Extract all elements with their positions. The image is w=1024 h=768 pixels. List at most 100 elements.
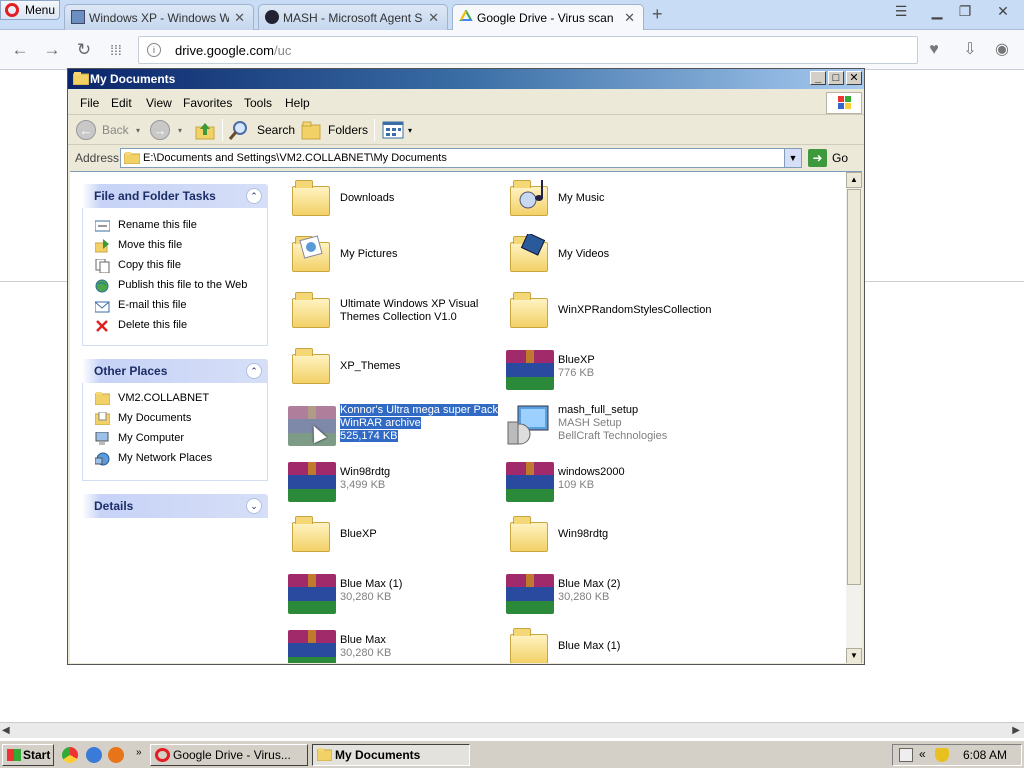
firefox-icon[interactable] xyxy=(108,747,124,763)
panel-header[interactable]: Details ⌄ xyxy=(82,494,268,518)
folders-icon xyxy=(301,121,321,140)
file-item-bluexp-folder[interactable]: BlueXP xyxy=(288,508,506,562)
windows-logo-icon xyxy=(826,92,862,114)
file-item-blue-max-1-folder[interactable]: Blue Max (1) xyxy=(506,620,724,663)
taskbar-my-documents[interactable]: My Documents xyxy=(312,744,470,766)
browser-menu-button[interactable]: Menu xyxy=(0,0,60,20)
file-item-my-pictures[interactable]: My Pictures xyxy=(288,228,506,282)
speed-dial-icon[interactable]: ⁞⁞⁞ xyxy=(106,40,126,60)
security-shield-icon[interactable] xyxy=(935,748,949,762)
collapse-chevron-icon[interactable]: ⌃ xyxy=(246,363,262,379)
folders-label: Folders xyxy=(328,123,369,137)
address-dropdown-icon[interactable]: ▼ xyxy=(784,149,801,167)
file-item-win98rdtg-rar[interactable]: Win98rdtg 3,499 KB xyxy=(288,452,506,506)
file-item-mash-full-setup[interactable]: mash_full_setup MASH Setup BellCraft Tec… xyxy=(506,396,724,450)
tab-close-icon[interactable]: ✕ xyxy=(234,10,245,26)
account-icon[interactable]: ◉ xyxy=(992,40,1012,60)
menu-view[interactable]: View xyxy=(146,96,172,110)
tab-mash[interactable]: MASH - Microsoft Agent Scrip ✕ xyxy=(258,4,448,30)
scroll-right-arrow-icon[interactable]: ▶ xyxy=(1012,725,1020,736)
file-item-my-music[interactable]: My Music xyxy=(506,172,724,226)
file-item-konnors-pack[interactable]: Konnor's Ultra mega super Pack WinRAR ar… xyxy=(288,396,506,450)
address-bar[interactable]: i drive.google.com/uc xyxy=(138,36,918,64)
tab-close-icon[interactable]: ✕ xyxy=(428,10,439,26)
close-button[interactable]: ✕ xyxy=(846,71,862,85)
file-item-downloads[interactable]: Downloads xyxy=(288,172,506,226)
file-item-win98rdtg-folder[interactable]: Win98rdtg xyxy=(506,508,724,562)
maximize-button[interactable]: □ xyxy=(828,71,844,85)
taskbar-google-drive[interactable]: Google Drive - Virus... xyxy=(150,744,308,766)
file-name: Downloads xyxy=(340,192,395,204)
file-item-blue-max-1-rar[interactable]: Blue Max (1) 30,280 KB xyxy=(288,564,506,618)
menu-favorites[interactable]: Favorites xyxy=(183,96,232,110)
scroll-left-arrow-icon[interactable]: ◀ xyxy=(2,725,10,736)
go-label: Go xyxy=(832,151,849,165)
menu-tools[interactable]: Tools xyxy=(244,96,272,110)
quicklaunch-overflow-icon[interactable]: » xyxy=(136,747,142,758)
vertical-scrollbar[interactable]: ▲ ▼ xyxy=(846,172,862,663)
site-info-icon[interactable]: i xyxy=(147,43,161,57)
clock: 6:08 AM xyxy=(962,748,1007,762)
file-item-winxprandomstyles[interactable]: WinXPRandomStylesCollection xyxy=(506,284,724,338)
file-name: mash_full_setup xyxy=(558,404,639,416)
file-item-blue-max-2-rar[interactable]: Blue Max (2) 30,280 KB xyxy=(506,564,724,618)
scroll-down-arrow-icon[interactable]: ▼ xyxy=(846,648,862,663)
minimize-icon[interactable]: ▁ xyxy=(926,4,948,20)
network-icon xyxy=(94,452,110,466)
task-label: Rename this file xyxy=(118,219,197,231)
file-name: BlueXP xyxy=(340,528,377,540)
forward-arrow-icon[interactable]: → xyxy=(42,40,62,60)
file-item-bluexp-rar[interactable]: BlueXP 776 KB xyxy=(506,340,724,394)
scroll-up-arrow-icon[interactable]: ▲ xyxy=(846,172,862,188)
file-item-blue-max-rar[interactable]: Blue Max 30,280 KB xyxy=(288,620,506,663)
tray-expand-icon[interactable]: « xyxy=(919,747,926,761)
videos-folder-icon xyxy=(506,234,554,278)
copy-icon xyxy=(95,258,110,274)
explorer-title-bar[interactable]: My Documents _ □ ✕ xyxy=(68,69,864,89)
scroll-thumb[interactable] xyxy=(847,189,861,585)
expand-chevron-icon[interactable]: ⌄ xyxy=(246,498,262,514)
search-button[interactable]: Search xyxy=(228,119,295,141)
address-input[interactable]: E:\Documents and Settings\VM2.COLLABNET\… xyxy=(120,148,802,168)
views-button[interactable]: ▾ xyxy=(382,119,418,141)
tab-google-drive[interactable]: Google Drive - Virus scan war ✕ xyxy=(452,4,644,30)
back-dropdown-icon[interactable]: ▾ xyxy=(136,126,146,148)
file-item-xp-themes[interactable]: XP_Themes xyxy=(288,340,506,394)
keyboard-icon[interactable] xyxy=(899,748,913,762)
page-horizontal-scrollbar[interactable]: ◀ ▶ xyxy=(0,722,1024,738)
collapse-chevron-icon[interactable]: ⌃ xyxy=(246,188,262,204)
tab-menu-icon[interactable]: ☰ xyxy=(890,4,912,20)
folders-button[interactable]: Folders xyxy=(300,119,370,141)
forward-dropdown-icon[interactable]: ▾ xyxy=(178,126,188,148)
folder-icon xyxy=(288,514,336,558)
back-button[interactable]: ← Back xyxy=(74,119,136,141)
restore-icon[interactable]: ❐ xyxy=(954,4,976,20)
toolbar-separator xyxy=(374,119,375,141)
menu-help[interactable]: Help xyxy=(285,96,310,110)
minimize-button[interactable]: _ xyxy=(810,71,826,85)
winrar-archive-icon xyxy=(288,458,336,502)
new-tab-icon[interactable]: + xyxy=(652,5,668,23)
file-item-ultimate-xp-themes[interactable]: Ultimate Windows XP Visual Themes Collec… xyxy=(288,284,506,338)
tab-close-icon[interactable]: ✕ xyxy=(624,10,635,26)
go-button[interactable]: ➜ Go xyxy=(808,149,864,169)
chrome-quicklaunch-icon[interactable] xyxy=(62,747,78,763)
download-icon[interactable]: ⇩ xyxy=(960,40,980,60)
up-folder-button[interactable] xyxy=(194,119,218,141)
heart-icon[interactable]: ♥ xyxy=(924,40,944,60)
panel-header[interactable]: Other Places ⌃ xyxy=(82,359,268,383)
internet-explorer-icon[interactable] xyxy=(86,747,102,763)
file-name: My Music xyxy=(558,192,605,204)
tab-windows-xp-wallpaper[interactable]: Windows XP - Windows Wallp ✕ xyxy=(64,4,254,30)
panel-header[interactable]: File and Folder Tasks ⌃ xyxy=(82,184,268,208)
file-item-windows2000-rar[interactable]: windows2000 109 KB xyxy=(506,452,724,506)
file-name-line2: Themes Collection V1.0 xyxy=(340,311,457,323)
back-arrow-icon[interactable]: ← xyxy=(10,40,30,60)
file-item-my-videos[interactable]: My Videos xyxy=(506,228,724,282)
close-icon[interactable]: ✕ xyxy=(992,4,1014,20)
menu-edit[interactable]: Edit xyxy=(111,96,132,110)
reload-icon[interactable]: ↻ xyxy=(74,40,94,60)
forward-button[interactable]: → xyxy=(148,119,172,141)
menu-file[interactable]: File xyxy=(80,96,99,110)
start-button[interactable]: Start xyxy=(2,744,54,766)
